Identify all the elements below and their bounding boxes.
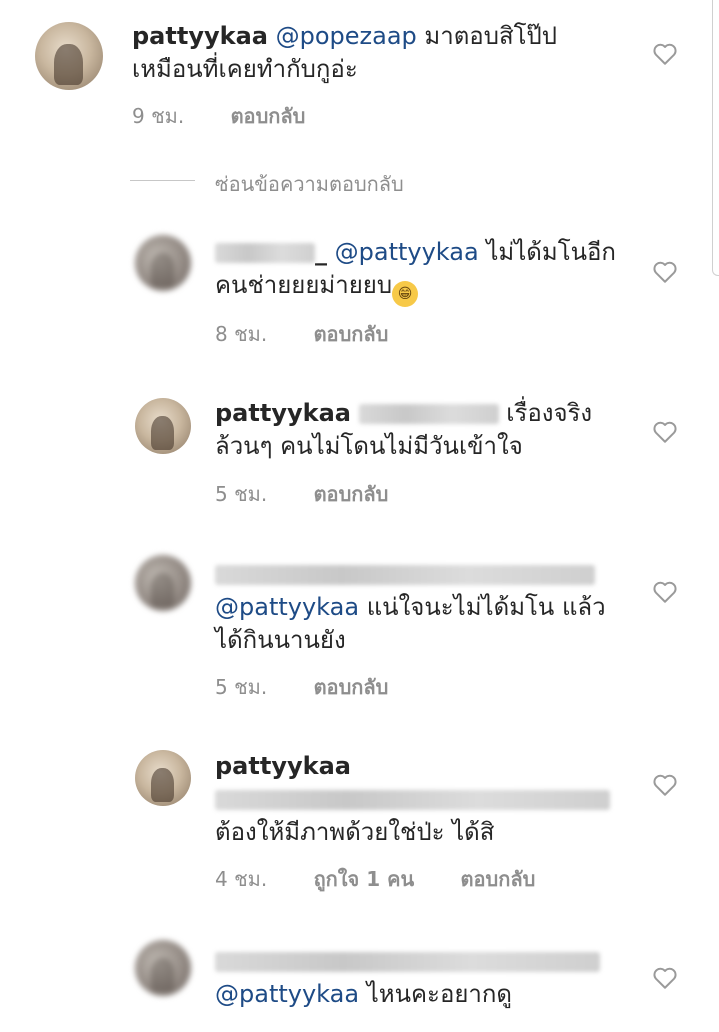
avatar[interactable] xyxy=(135,940,191,996)
comment-body-line1: ไม่ได้มโนอีก xyxy=(486,238,616,266)
timestamp: 8 ชม. xyxy=(215,322,268,346)
heart-outline-icon[interactable] xyxy=(652,42,678,66)
comment-meta: 4 ชม. ถูกใจ 1 คน ตอบกลับ xyxy=(215,863,575,895)
timestamp: 9 ชม. xyxy=(132,104,185,128)
redacted-username xyxy=(215,243,315,263)
username[interactable]: pattyykaa xyxy=(132,22,268,50)
reply-button[interactable]: ตอบกลับ xyxy=(461,867,536,891)
reply-button[interactable]: ตอบกลับ xyxy=(314,482,389,506)
avatar[interactable] xyxy=(135,235,191,291)
reply-button[interactable]: ตอบกลับ xyxy=(314,322,389,346)
comment-body-line1: เรื่องจริง xyxy=(506,399,593,427)
username[interactable]: pattyykaa xyxy=(215,752,351,780)
comment-body-line2: เหมือนที่เคยทำกับกูอ่ะ xyxy=(132,55,358,83)
comment-body-line2: ได้กินนานยัง xyxy=(215,626,346,654)
comment-text: pattyykaa @popezaap มาตอบสิโป๊ป เหมือนที… xyxy=(132,20,572,86)
hide-replies-button[interactable]: ซ่อนข้อความตอบกลับ xyxy=(215,168,404,200)
mention-link[interactable]: @popezaap xyxy=(276,22,417,50)
reply-button[interactable]: ตอบกลับ xyxy=(314,675,389,699)
redacted-mention xyxy=(215,790,610,810)
likes-count[interactable]: ถูกใจ 1 คน xyxy=(314,867,415,891)
comment-text: _ @pattyykaa ไม่ได้มโนอีก คนช่ายยยม่ายยบ… xyxy=(215,236,630,307)
hide-replies-divider xyxy=(130,180,195,181)
comment-body-line1: ไหนคะอยากดู xyxy=(366,980,513,1008)
heart-outline-icon[interactable] xyxy=(652,420,678,444)
comment-meta: 5 ชม. ตอบกลับ xyxy=(215,671,428,703)
comment-text: pattyykaa เรื่องจริง ล้วนๆ คนไม่โดนไม่มี… xyxy=(215,397,630,463)
heart-outline-icon[interactable] xyxy=(652,966,678,990)
comment-body-line1: แน่ใจนะไม่ได้มโน แล้ว xyxy=(366,593,606,621)
avatar[interactable] xyxy=(135,398,191,454)
avatar[interactable] xyxy=(135,750,191,806)
comment-text: @pattyykaa ไหนคะอยากดู xyxy=(215,945,630,1011)
comment-text: @pattyykaa แน่ใจนะไม่ได้มโน แล้ว ได้กินน… xyxy=(215,558,630,657)
heart-outline-icon[interactable] xyxy=(652,260,678,284)
username[interactable]: pattyykaa xyxy=(215,399,351,427)
comment-meta: 8 ชม. ตอบกลับ xyxy=(215,318,428,350)
comment-body-line1: มาตอบสิโป๊ป xyxy=(424,22,557,50)
avatar[interactable] xyxy=(135,555,191,611)
grin-emoji-icon: 😁 xyxy=(392,281,419,307)
redacted-mention xyxy=(358,404,499,424)
mention-link[interactable]: @pattyykaa xyxy=(215,593,359,621)
redacted-username xyxy=(215,565,595,585)
redacted-username xyxy=(215,952,600,972)
username-fragment: _ xyxy=(315,238,327,266)
timestamp: 5 ชม. xyxy=(215,482,268,506)
reply-button[interactable]: ตอบกลับ xyxy=(231,104,306,128)
mention-link[interactable]: @pattyykaa xyxy=(335,238,479,266)
mention-link[interactable]: @pattyykaa xyxy=(215,980,359,1008)
timestamp: 5 ชม. xyxy=(215,675,268,699)
comment-body-line2: คนช่ายยยม่ายยบ xyxy=(215,271,393,299)
comment-meta: 9 ชม. ตอบกลับ xyxy=(132,100,345,132)
scrollbar-edge xyxy=(712,0,719,276)
comment-body-line2: ต้องให้มีภาพด้วยใช่ป่ะ ได้สิ xyxy=(215,818,495,846)
comment-text: pattyykaa ต้องให้มีภาพด้วยใช่ป่ะ ได้สิ xyxy=(215,750,630,849)
heart-outline-icon[interactable] xyxy=(652,773,678,797)
heart-outline-icon[interactable] xyxy=(652,580,678,604)
timestamp: 4 ชม. xyxy=(215,867,268,891)
comment-body-line2: ล้วนๆ คนไม่โดนไม่มีวันเข้าใจ xyxy=(215,432,523,460)
comment-meta: 5 ชม. ตอบกลับ xyxy=(215,478,428,510)
avatar[interactable] xyxy=(35,22,103,90)
